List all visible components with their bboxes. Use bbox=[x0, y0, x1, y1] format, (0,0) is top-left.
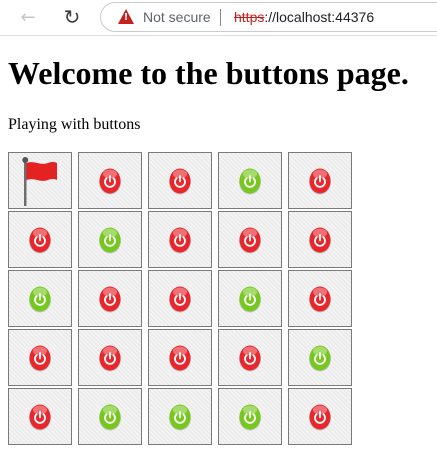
red-power-button[interactable] bbox=[218, 211, 282, 268]
red-power-button[interactable] bbox=[288, 211, 352, 268]
url-scheme: https bbox=[234, 9, 265, 25]
green-power-button[interactable] bbox=[8, 270, 72, 327]
red-power-button[interactable] bbox=[8, 329, 72, 386]
red-power-icon bbox=[169, 345, 191, 371]
red-power-icon bbox=[99, 168, 121, 194]
green-power-button[interactable] bbox=[288, 329, 352, 386]
green-power-button[interactable] bbox=[218, 152, 282, 209]
green-power-icon bbox=[239, 404, 261, 430]
red-power-button[interactable] bbox=[148, 152, 212, 209]
green-power-icon bbox=[309, 345, 331, 371]
red-power-icon bbox=[29, 404, 51, 430]
green-power-button[interactable] bbox=[218, 270, 282, 327]
red-power-icon bbox=[309, 286, 331, 312]
green-power-icon bbox=[239, 168, 261, 194]
red-power-icon bbox=[169, 168, 191, 194]
address-bar[interactable]: ! Not secure https://localhost:44376 bbox=[100, 2, 437, 32]
green-power-icon bbox=[29, 286, 51, 312]
green-power-icon bbox=[239, 286, 261, 312]
red-power-button[interactable] bbox=[78, 329, 142, 386]
red-power-button[interactable] bbox=[288, 270, 352, 327]
red-power-icon bbox=[309, 404, 331, 430]
green-power-button[interactable] bbox=[78, 211, 142, 268]
green-power-icon bbox=[169, 404, 191, 430]
red-power-button[interactable] bbox=[148, 211, 212, 268]
red-power-button[interactable] bbox=[148, 270, 212, 327]
red-power-button[interactable] bbox=[218, 329, 282, 386]
flag-button[interactable] bbox=[8, 152, 72, 209]
red-power-icon bbox=[239, 227, 261, 253]
red-power-icon bbox=[309, 168, 331, 194]
page-subtitle: Playing with buttons bbox=[8, 116, 141, 133]
green-power-button[interactable] bbox=[78, 388, 142, 445]
url-text[interactable]: https://localhost:44376 bbox=[234, 9, 374, 25]
red-power-icon bbox=[29, 345, 51, 371]
reload-icon[interactable]: ↻ bbox=[58, 4, 86, 30]
red-power-icon bbox=[309, 227, 331, 253]
browser-toolbar: ← ↻ ! Not secure https://localhost:44376 bbox=[0, 0, 437, 36]
red-power-button[interactable] bbox=[148, 329, 212, 386]
red-power-button[interactable] bbox=[8, 388, 72, 445]
address-divider bbox=[220, 9, 221, 26]
security-status[interactable]: Not secure bbox=[143, 9, 211, 25]
red-power-icon bbox=[99, 286, 121, 312]
flag-icon bbox=[22, 156, 57, 206]
red-power-icon bbox=[169, 286, 191, 312]
green-power-button[interactable] bbox=[148, 388, 212, 445]
red-power-button[interactable] bbox=[78, 270, 142, 327]
green-power-button[interactable] bbox=[218, 388, 282, 445]
red-power-button[interactable] bbox=[78, 152, 142, 209]
warning-exclamation-icon: ! bbox=[123, 12, 129, 23]
red-power-button[interactable] bbox=[288, 388, 352, 445]
red-power-button[interactable] bbox=[8, 211, 72, 268]
red-power-button[interactable] bbox=[288, 152, 352, 209]
green-power-icon bbox=[99, 227, 121, 253]
back-arrow-icon[interactable]: ← bbox=[14, 4, 42, 30]
green-power-icon bbox=[99, 404, 121, 430]
url-host: ://localhost:44376 bbox=[264, 9, 375, 25]
red-power-icon bbox=[169, 227, 191, 253]
red-power-icon bbox=[99, 345, 121, 371]
page-title: Welcome to the buttons page. bbox=[8, 55, 409, 91]
red-power-icon bbox=[239, 345, 261, 371]
red-power-icon bbox=[29, 227, 51, 253]
